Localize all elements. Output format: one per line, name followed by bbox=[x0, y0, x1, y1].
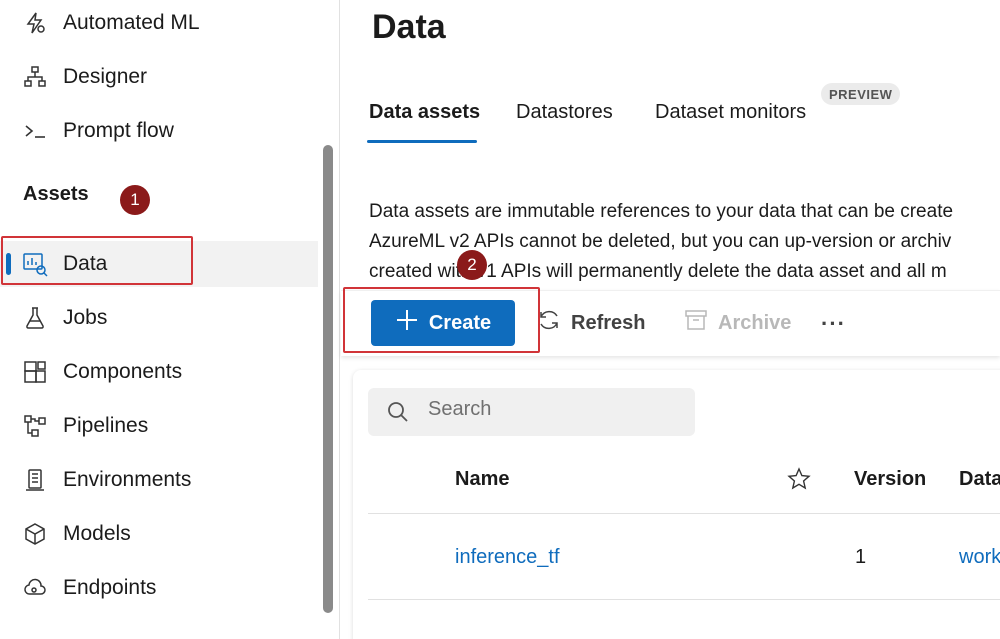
star-icon[interactable] bbox=[787, 467, 811, 496]
row-divider bbox=[368, 513, 1000, 514]
sidebar-item-prompt-flow[interactable]: Prompt flow bbox=[0, 108, 318, 154]
endpoints-icon bbox=[22, 575, 48, 601]
data-assets-card: Name Version Data inference_tf 1 work bbox=[353, 370, 1000, 639]
sidebar-item-models[interactable]: Models bbox=[0, 511, 318, 557]
sidebar-item-label: Models bbox=[63, 522, 131, 545]
sidebar-item-label: Jobs bbox=[63, 306, 108, 329]
models-icon bbox=[22, 521, 48, 547]
app-root: Automated ML Designer Prompt flow Assets… bbox=[0, 0, 1000, 639]
callout-highlight-create bbox=[343, 287, 540, 353]
sidebar: Automated ML Designer Prompt flow Assets… bbox=[0, 0, 340, 639]
refresh-button-label: Refresh bbox=[571, 311, 646, 334]
more-options-button[interactable]: ··· bbox=[821, 311, 846, 337]
environments-icon bbox=[22, 467, 48, 493]
sidebar-item-label: Automated ML bbox=[63, 11, 200, 34]
callout-highlight-data bbox=[1, 236, 193, 285]
preview-badge: PREVIEW bbox=[821, 83, 901, 105]
column-header-name[interactable]: Name bbox=[455, 468, 509, 491]
main-content: Data Data assets Datastores Dataset moni… bbox=[341, 0, 1000, 639]
tab-data-assets[interactable]: Data assets bbox=[369, 101, 480, 124]
archive-icon bbox=[684, 308, 708, 338]
designer-icon bbox=[22, 64, 48, 90]
sidebar-item-automated-ml[interactable]: Automated ML bbox=[0, 0, 318, 46]
search-box[interactable] bbox=[368, 388, 695, 436]
sidebar-item-jobs[interactable]: Jobs bbox=[0, 295, 318, 341]
sidebar-item-pipelines[interactable]: Pipelines bbox=[0, 403, 318, 449]
section-title-assets: Assets bbox=[23, 183, 89, 205]
automated-ml-icon bbox=[22, 10, 48, 36]
archive-button[interactable]: Archive bbox=[684, 300, 791, 346]
pipelines-icon bbox=[22, 413, 48, 439]
components-icon bbox=[22, 359, 48, 385]
data-asset-version: 1 bbox=[855, 546, 867, 568]
refresh-icon bbox=[537, 308, 561, 338]
tab-active-underline bbox=[367, 140, 477, 143]
step-badge-1: 1 bbox=[120, 185, 150, 215]
data-asset-datastore-link[interactable]: work bbox=[959, 546, 1000, 569]
sidebar-item-label: Pipelines bbox=[63, 414, 149, 437]
column-header-data[interactable]: Data bbox=[959, 468, 1000, 491]
column-header-version[interactable]: Version bbox=[854, 468, 926, 491]
tab-datastores[interactable]: Datastores bbox=[516, 101, 613, 124]
refresh-button[interactable]: Refresh bbox=[537, 300, 645, 346]
prompt-flow-icon bbox=[22, 118, 48, 144]
data-asset-name-link[interactable]: inference_tf bbox=[455, 546, 560, 569]
search-input[interactable] bbox=[428, 398, 678, 421]
jobs-icon bbox=[22, 305, 48, 331]
sidebar-item-label: Environments bbox=[63, 468, 192, 491]
page-title: Data bbox=[372, 8, 446, 46]
tab-dataset-monitors[interactable]: Dataset monitors bbox=[655, 101, 806, 124]
sidebar-item-label: Prompt flow bbox=[63, 119, 174, 142]
sidebar-scrollbar[interactable] bbox=[323, 145, 333, 613]
archive-button-label: Archive bbox=[718, 311, 792, 334]
row-divider bbox=[368, 599, 1000, 600]
search-icon bbox=[388, 402, 408, 422]
sidebar-item-components[interactable]: Components bbox=[0, 349, 318, 395]
sidebar-item-designer[interactable]: Designer bbox=[0, 54, 318, 100]
sidebar-item-label: Endpoints bbox=[63, 576, 157, 599]
sidebar-item-endpoints[interactable]: Endpoints bbox=[0, 565, 318, 611]
sidebar-item-label: Components bbox=[63, 360, 183, 383]
sidebar-item-environments[interactable]: Environments bbox=[0, 457, 318, 503]
sidebar-item-label: Designer bbox=[63, 65, 148, 88]
description-line: Data assets are immutable references to … bbox=[369, 201, 954, 222]
step-badge-2: 2 bbox=[457, 250, 487, 280]
